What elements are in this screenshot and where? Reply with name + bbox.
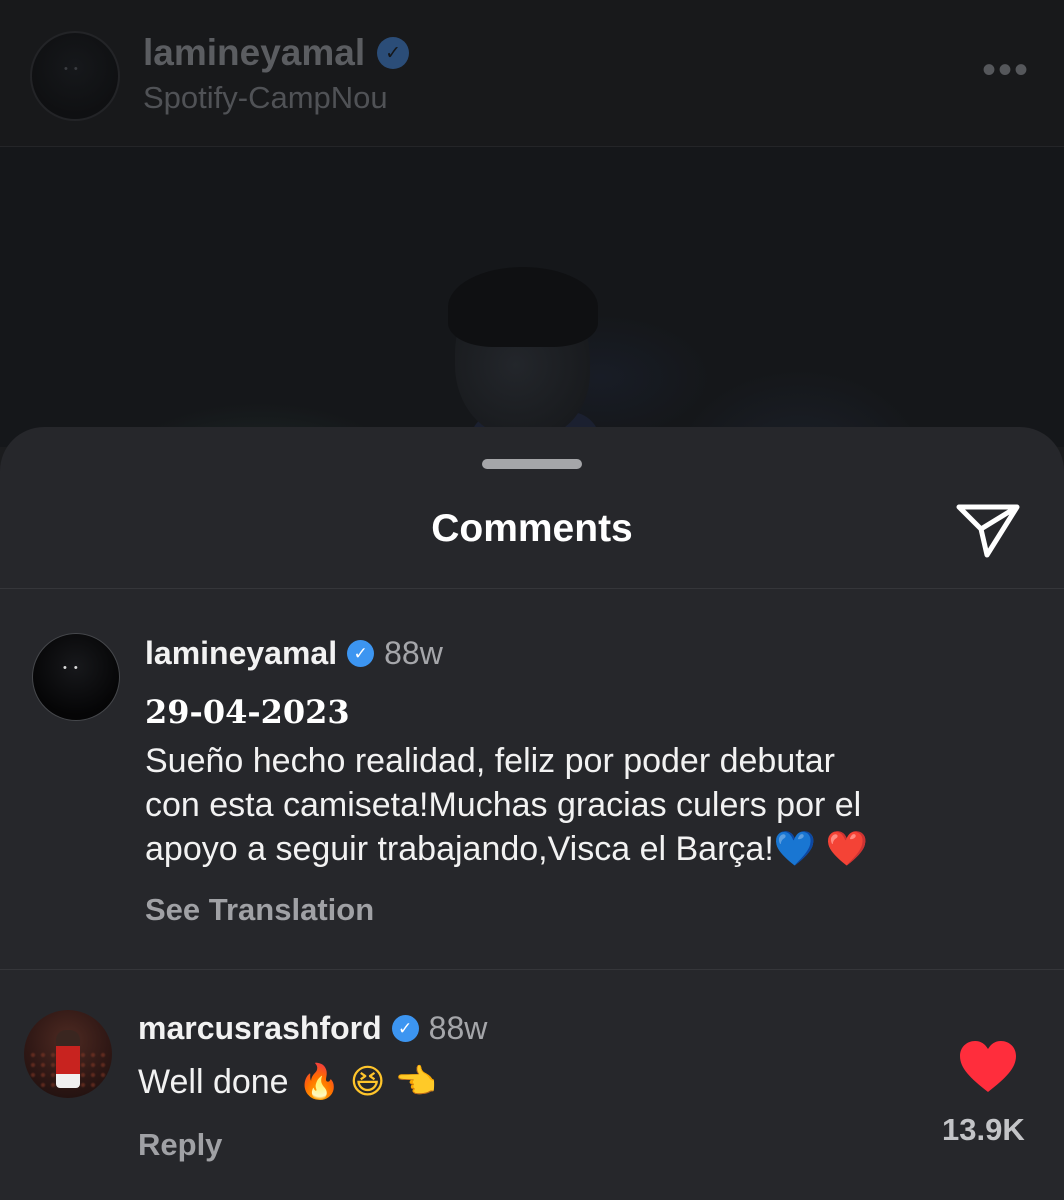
comment-username[interactable]: lamineyamal xyxy=(145,635,337,672)
post-location[interactable]: Spotify-CampNou xyxy=(143,80,388,116)
heart-icon[interactable] xyxy=(958,1040,1018,1094)
see-translation-button[interactable]: See Translation xyxy=(145,892,374,928)
comment-time: 88w xyxy=(384,635,443,671)
send-icon[interactable] xyxy=(955,501,1021,559)
caption-comment: •• lamineyamal ✓ 88w 29-04-2023 Sueño he… xyxy=(0,589,1064,969)
comment-header: lamineyamal ✓ 88w xyxy=(145,635,443,672)
comment-item: marcusrashford ✓ 88w Well done 🔥 😆 👈 Rep… xyxy=(0,970,1064,1200)
verified-badge-icon: ✓ xyxy=(377,37,410,69)
drag-handle[interactable] xyxy=(482,459,582,469)
post-author-name[interactable]: lamineyamal ✓ xyxy=(143,32,410,74)
reply-button[interactable]: Reply xyxy=(138,1127,222,1163)
avatar[interactable] xyxy=(24,1010,112,1098)
post-author-avatar[interactable]: •• xyxy=(30,31,120,121)
comments-sheet: Comments •• lamineyamal ✓ 88w 29-04-2023… xyxy=(0,427,1064,1200)
caption-date: 29-04-2023 xyxy=(145,693,350,731)
post-image xyxy=(0,147,1064,452)
comment-text: Sueño hecho realidad, feliz por poder de… xyxy=(145,742,868,869)
comment-time: 88w xyxy=(428,1010,488,1046)
pointing-hand-icon: 👈 xyxy=(394,1062,438,1102)
sheet-title: Comments xyxy=(431,507,633,550)
more-icon[interactable]: ••• xyxy=(982,50,1030,90)
post-header: •• lamineyamal ✓ Spotify-CampNou ••• xyxy=(0,0,1064,147)
verified-badge-icon: ✓ xyxy=(347,640,375,667)
laughing-face-icon: 😆 xyxy=(349,1062,386,1102)
fire-icon: 🔥 xyxy=(298,1062,341,1102)
avatar[interactable]: •• xyxy=(32,633,120,721)
red-heart-icon: ❤️ xyxy=(825,829,868,869)
comment-username[interactable]: marcusrashford xyxy=(138,1010,382,1047)
comment-text: Well done 🔥 😆 👈 xyxy=(138,1062,438,1102)
comment-header: marcusrashford ✓ 88w xyxy=(138,1010,487,1047)
like-count: 13.9K xyxy=(942,1112,1025,1147)
verified-badge-icon: ✓ xyxy=(391,1015,419,1042)
blue-heart-icon: 💙 xyxy=(773,829,817,869)
post-author-username[interactable]: lamineyamal xyxy=(143,32,365,74)
